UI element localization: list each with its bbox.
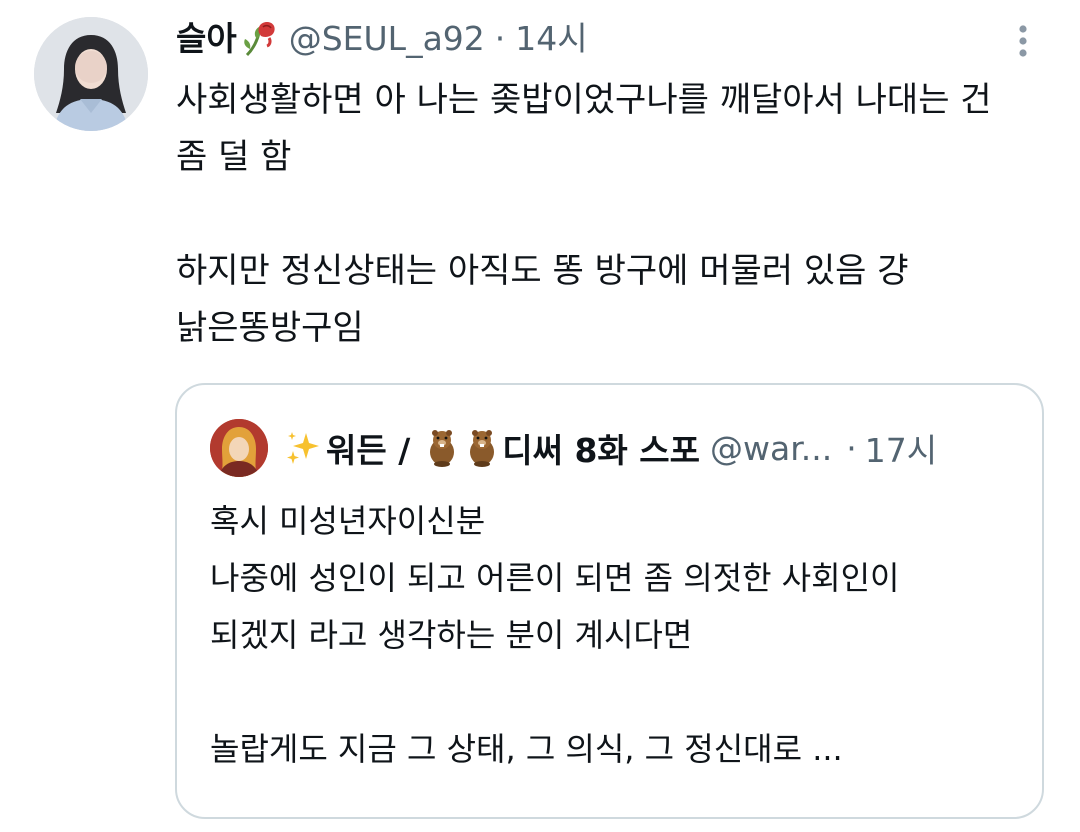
wilted-rose-icon [239,19,279,59]
quoted-display-name-suffix[interactable]: 디써 8화 스포 [502,424,700,472]
tweet-text-line: 하지만 정신상태는 아직도 똥 방구에 머물러 있음 걍 [176,251,909,291]
tweet-text-line: 좀 덜 함 [176,137,292,177]
quoted-separator-dot: · [846,428,857,468]
quoted-text-line: 혹시 미성년자이신분 [210,502,486,540]
tweet-text-line: 사회생활하면 아 나는 좆밥이었구나를 깨달아서 나대는 건 [176,80,992,120]
quoted-timestamp[interactable]: 17시 [865,424,937,472]
tweet-text-blank-line [176,186,1046,243]
quoted-text: 혹시 미성년자이신분 나중에 성인이 되고 어른이 되면 좀 의젓한 사회인이 … [210,493,1010,778]
beaver-icon [422,428,462,468]
tweet-header: 슬아 @SEUL_a92 · 14시 [176,16,588,62]
tweet[interactable]: 슬아 @SEUL_a92 · 14시 사회생활하면 아 나는 좆밥이었구나를 깨… [0,0,1080,832]
quoted-text-blank-line [210,664,1010,721]
quoted-tweet[interactable]: 워든 / 디써 8화 스포 @war... · 17시 혹시 미성년자이신분 나… [175,383,1044,819]
more-options-button[interactable] [1000,20,1046,66]
quoted-header: 워든 / 디써 8화 스포 @war... · 17시 [284,423,937,473]
more-vertical-icon [1018,24,1028,62]
tweet-text-line: 낡은똥방구임 [176,308,364,348]
quoted-avatar[interactable] [210,419,268,477]
avatar[interactable] [34,17,148,131]
quoted-display-name-prefix[interactable]: 워든 / [326,424,410,472]
beaver-icon [462,428,502,468]
quoted-text-line: 나중에 성인이 되고 어른이 되면 좀 의젓한 사회인이 [210,559,900,597]
sparkles-icon [284,429,322,467]
quoted-text-line: 되겠지 라고 생각하는 분이 계시다면 [210,616,693,654]
display-name[interactable]: 슬아 [176,16,237,62]
handle[interactable]: @SEUL_a92 [289,16,485,62]
tweet-text: 사회생활하면 아 나는 좆밥이었구나를 깨달아서 나대는 건 좀 덜 함 하지만… [176,72,1046,357]
quoted-handle[interactable]: @war... [710,429,832,468]
timestamp[interactable]: 14시 [515,16,587,62]
quoted-text-line: 놀랍게도 지금 그 상태, 그 의식, 그 정신대로 ... [210,730,843,768]
separator-dot: · [494,19,506,58]
